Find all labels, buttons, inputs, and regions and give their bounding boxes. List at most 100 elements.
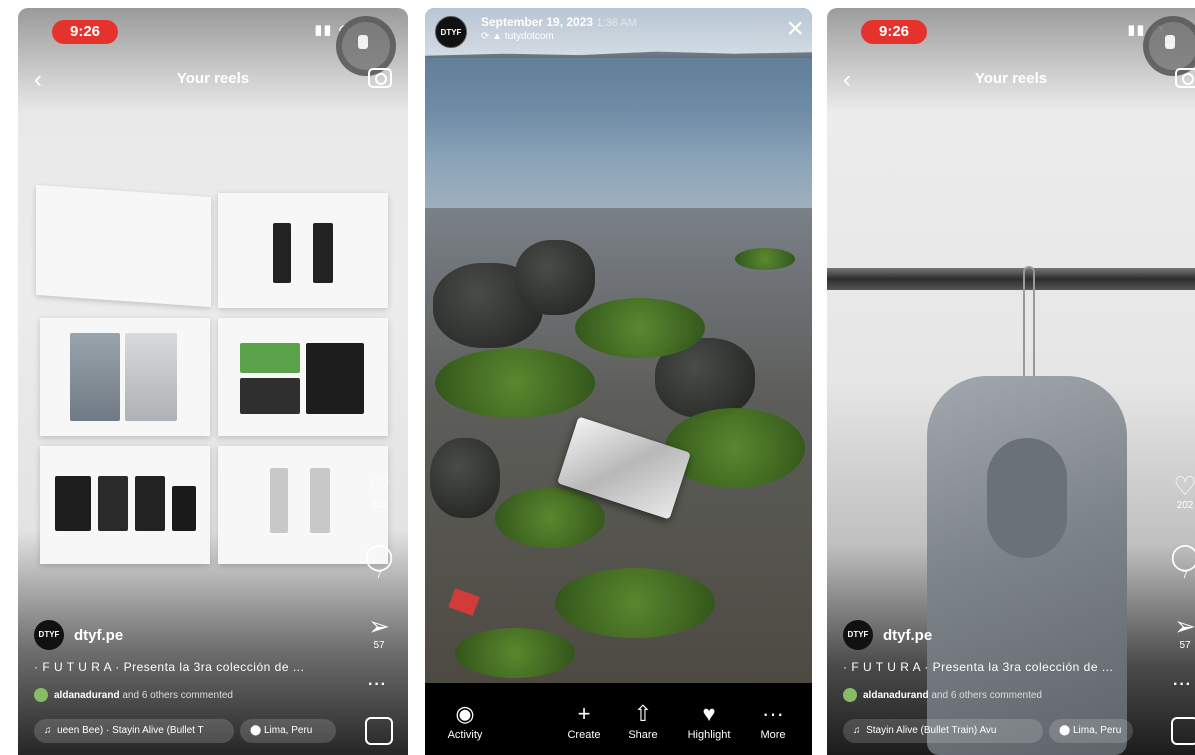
close-icon[interactable]: ×: [786, 12, 804, 46]
seaweed: [555, 568, 715, 638]
screen-record-indicator: [336, 16, 396, 76]
lookbook-card: [40, 318, 210, 436]
audio-title: ueen Bee) · Stayin Alive (Bullet T: [57, 725, 204, 736]
create-button[interactable]: + Create: [559, 701, 609, 741]
plus-icon: +: [577, 701, 591, 726]
author-avatar: DTYF: [34, 620, 64, 650]
more-options-icon[interactable]: ···: [1173, 676, 1192, 694]
commenter-avatars: [843, 688, 857, 702]
like-count: 202: [370, 500, 388, 511]
camera-icon[interactable]: [1175, 68, 1195, 88]
more-options-icon[interactable]: ···: [368, 676, 387, 694]
share-button[interactable]: ➢ 57: [361, 612, 397, 651]
music-note-icon: ♫: [853, 725, 861, 736]
location-name: Lima, Peru: [1072, 725, 1122, 736]
seaweed: [455, 628, 575, 678]
activity-button[interactable]: ◉ Activity: [439, 701, 491, 741]
camera-icon[interactable]: [368, 68, 392, 88]
right-reel-panel: 9:26 ▮▮ ◠ ‹ Your reels ♡ 202 ◯ 7 ➢ 57 ··…: [827, 8, 1195, 755]
share-button[interactable]: ⇧ Share: [621, 701, 665, 741]
highlight-button[interactable]: ♥ Highlight: [679, 701, 739, 741]
commenter-avatars: [34, 688, 48, 702]
seaweed: [665, 408, 805, 488]
audio-pill[interactable]: ♫ ueen Bee) · Stayin Alive (Bullet T: [34, 719, 234, 743]
audio-title: Stayin Alive (Bullet Train) Avu: [866, 725, 997, 736]
rock: [515, 240, 595, 315]
reel-caption[interactable]: · F U T U R A · Presenta la 3ra colecció…: [34, 660, 304, 674]
clothing-rail: [827, 268, 1195, 290]
lookbook-card: [218, 193, 388, 308]
header-title: Your reels: [974, 70, 1048, 87]
comment-button[interactable]: ◯ 7: [361, 542, 397, 581]
location-pin-icon: ⬤: [1059, 725, 1071, 736]
lookbook-card: [40, 446, 210, 564]
lookbook-card: [36, 184, 211, 308]
heart-icon: ♡: [1173, 471, 1195, 501]
comment-button[interactable]: ◯ 7: [1167, 542, 1195, 581]
location-pill[interactable]: ⬤ Lima, Peru: [1049, 719, 1133, 743]
heart-icon: ♡: [367, 471, 391, 501]
reel-caption[interactable]: · F U T U R A · Presenta la 3ra colecció…: [843, 660, 1113, 674]
reel-author[interactable]: DTYF dtyf.pe: [34, 620, 123, 650]
commented-row[interactable]: aldanadurand and 6 others commented: [843, 688, 1042, 702]
story-avatar[interactable]: DTYF: [435, 16, 467, 48]
story-username-row[interactable]: ⟳ ▲ tutydotcom: [481, 31, 554, 42]
seaweed: [435, 348, 595, 418]
comment-count: 7: [376, 570, 382, 581]
seaweed: [495, 488, 605, 548]
music-note-icon: ♫: [44, 725, 52, 736]
comment-count: 7: [1182, 570, 1188, 581]
screen-record-indicator: [1143, 16, 1195, 76]
author-name: dtyf.pe: [74, 626, 124, 644]
commented-text: and 6 others commented: [119, 689, 233, 701]
share-count: 57: [373, 640, 385, 651]
story-username: tutydotcom: [504, 31, 554, 42]
rock: [430, 438, 500, 518]
left-reel-panel: 9:26 ▮▮ ◠ ‹ Your reels ♡ 202 ◯ 7 ➢ 57 ··…: [18, 8, 408, 755]
seaweed: [735, 248, 795, 270]
share-count: 57: [1179, 640, 1191, 651]
location-pin-icon: ⬤: [250, 725, 262, 736]
reel-author[interactable]: DTYF dtyf.pe: [843, 620, 932, 650]
audio-pill[interactable]: ♫ Stayin Alive (Bullet Train) Avu: [843, 719, 1043, 743]
commented-text: and 6 others commented: [928, 689, 1042, 701]
lookbook-card: [218, 318, 388, 436]
activity-label: Activity: [447, 729, 483, 741]
dots-icon: ···: [762, 701, 784, 726]
comment-bubble-icon: ◯: [364, 541, 394, 571]
audio-thumbnail-icon[interactable]: [1171, 717, 1195, 745]
story-time: 1:36 AM: [596, 17, 637, 29]
audio-thumbnail-icon[interactable]: [365, 717, 393, 745]
highlight-label: Highlight: [687, 729, 731, 741]
send-icon: ➢: [368, 611, 390, 641]
story-panel: DTYF September 19, 2023 1:36 AM ⟳ ▲ tuty…: [425, 8, 812, 755]
commented-row[interactable]: aldanadurand and 6 others commented: [34, 688, 233, 702]
like-button[interactable]: ♡ 202: [361, 472, 397, 511]
commenter-name: aldanadurand: [863, 689, 929, 701]
share-label: Share: [628, 729, 658, 741]
heart-circle-icon: ♥: [702, 701, 716, 726]
status-time: 9:26: [52, 20, 118, 44]
hanger-hook: [1023, 266, 1035, 386]
story-action-bar: ◉ Activity + Create ⇧ Share ♥ Highlight …: [425, 683, 812, 755]
eye-icon: ◉: [455, 701, 475, 726]
location-name: Lima, Peru: [263, 725, 313, 736]
share-icon: ⇧: [633, 701, 653, 726]
commenter-name: aldanadurand: [54, 689, 120, 701]
create-label: Create: [567, 729, 601, 741]
author-name: dtyf.pe: [883, 626, 933, 644]
more-label: More: [760, 729, 786, 741]
header-title: Your reels: [176, 70, 250, 87]
status-time: 9:26: [861, 20, 927, 44]
hoodie-hood: [987, 438, 1067, 558]
seaweed: [575, 298, 705, 358]
share-button[interactable]: ➢ 57: [1167, 612, 1195, 651]
like-count: 202: [1176, 500, 1194, 511]
send-icon: ➢: [1174, 611, 1195, 641]
location-pill[interactable]: ⬤ Lima, Peru: [240, 719, 336, 743]
story-date: September 19, 2023 1:36 AM: [481, 15, 637, 29]
more-button[interactable]: ··· More: [753, 701, 793, 741]
comment-bubble-icon: ◯: [1170, 541, 1195, 571]
author-avatar: DTYF: [843, 620, 873, 650]
like-button[interactable]: ♡ 202: [1167, 472, 1195, 511]
